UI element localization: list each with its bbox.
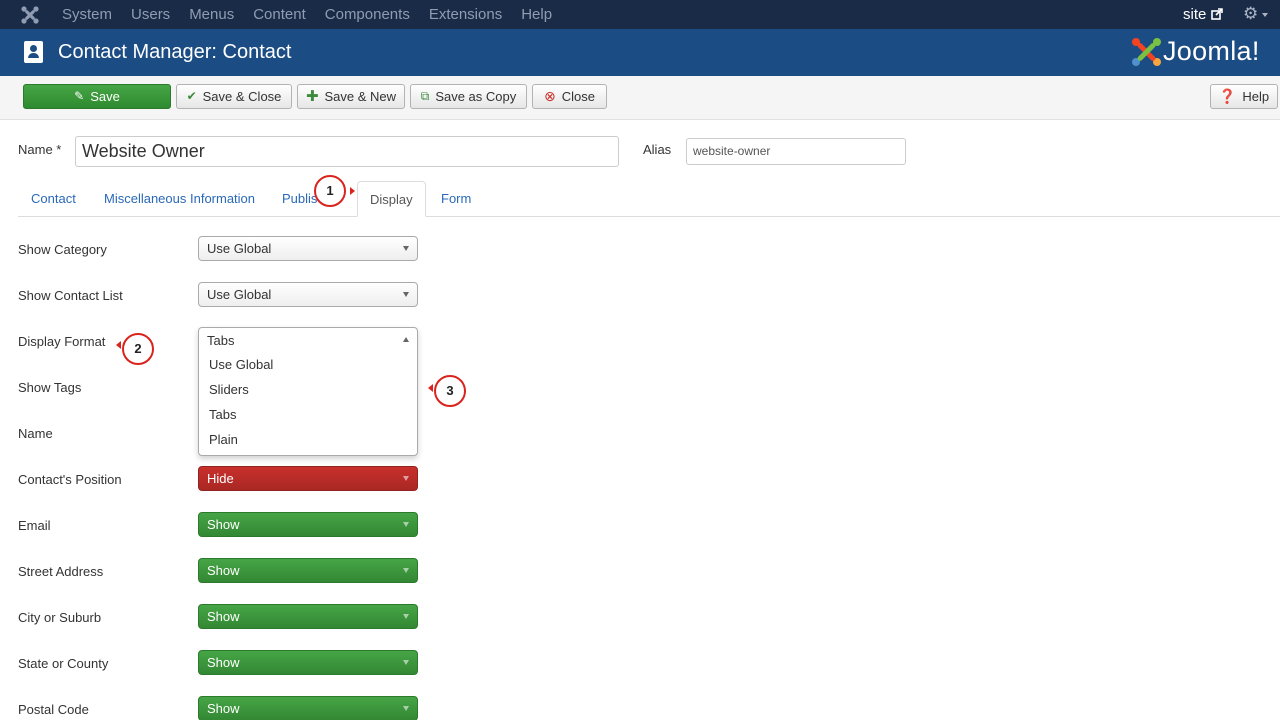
email-select[interactable]: Show xyxy=(198,512,418,537)
field-label: Name xyxy=(18,426,53,441)
menu-extensions[interactable]: Extensions xyxy=(429,0,502,29)
field-label: City or Suburb xyxy=(18,610,102,625)
chevron-down-icon xyxy=(403,660,409,665)
menu-users[interactable]: Users xyxy=(131,0,170,29)
contact-card-icon xyxy=(24,41,43,63)
page-header: Contact Manager: Contact Joomla! xyxy=(0,29,1280,76)
save-new-button[interactable]: ✚ Save & New xyxy=(297,84,405,109)
page-title: Contact Manager: Contact xyxy=(58,41,292,63)
select-value: Tabs xyxy=(207,333,235,348)
edit-icon: ✎ xyxy=(74,89,85,103)
logo-text: Joomla! xyxy=(1163,36,1260,66)
top-menu-bar: System Users Menus Content Components Ex… xyxy=(0,0,1280,29)
save-as-copy-button[interactable]: ⧉ Save as Copy xyxy=(410,84,527,109)
save-copy-label: Save as Copy xyxy=(435,89,517,104)
help-button[interactable]: ❓ Help xyxy=(1210,84,1278,109)
chevron-down-icon xyxy=(403,476,409,481)
field-label: Contact's Position xyxy=(18,472,122,487)
show-category-select[interactable]: Use Global xyxy=(198,236,418,261)
select-value: Show xyxy=(207,609,240,624)
save-close-button[interactable]: ✔ Save & Close xyxy=(176,84,292,109)
field-label: Email xyxy=(18,518,51,533)
display-format-dropdown[interactable]: Tabs Use Global Sliders Tabs Plain xyxy=(198,327,418,456)
site-link[interactable]: site xyxy=(1183,0,1206,29)
gear-icon[interactable]: ⚙ xyxy=(1243,5,1258,23)
select-value: Hide xyxy=(207,471,234,486)
chevron-down-icon xyxy=(403,706,409,711)
select-value: Show xyxy=(207,701,240,716)
chevron-down-icon xyxy=(403,614,409,619)
save-new-label: Save & New xyxy=(324,89,397,104)
check-icon: ✔ xyxy=(186,89,197,103)
cancel-icon: ⊗ xyxy=(544,88,556,104)
field-label: Show Contact List xyxy=(18,288,123,303)
state-county-select[interactable]: Show xyxy=(198,650,418,675)
chevron-up-icon xyxy=(403,337,409,342)
save-close-label: Save & Close xyxy=(202,89,282,104)
select-value: Use Global xyxy=(207,287,272,302)
menu-menus[interactable]: Menus xyxy=(189,0,234,29)
chevron-down-icon[interactable] xyxy=(1262,13,1268,17)
dropdown-option[interactable]: Plain xyxy=(209,432,238,447)
display-format-select[interactable]: Tabs xyxy=(199,328,417,353)
select-value: Show xyxy=(207,517,240,532)
tab-display[interactable]: Display xyxy=(357,181,426,217)
chevron-down-icon xyxy=(403,292,409,297)
save-label: Save xyxy=(90,89,120,104)
tab-form[interactable]: Form xyxy=(441,181,471,217)
city-suburb-select[interactable]: Show xyxy=(198,604,418,629)
toolbar: ✎ Save ✔ Save & Close ✚ Save & New ⧉ Sav… xyxy=(0,76,1280,120)
select-value: Use Global xyxy=(207,241,272,256)
copy-icon: ⧉ xyxy=(420,89,430,103)
field-label: Postal Code xyxy=(18,702,89,717)
external-link-icon xyxy=(1211,8,1223,20)
callout-3: 3 xyxy=(434,375,466,407)
postal-code-select[interactable]: Show xyxy=(198,696,418,720)
chevron-down-icon xyxy=(403,568,409,573)
callout-pointer xyxy=(116,341,121,349)
save-button[interactable]: ✎ Save xyxy=(23,84,171,109)
dropdown-option[interactable]: Tabs xyxy=(209,407,236,422)
help-label: Help xyxy=(1242,89,1270,104)
tab-contact[interactable]: Contact xyxy=(31,181,76,217)
question-icon: ❓ xyxy=(1218,88,1237,104)
menu-content[interactable]: Content xyxy=(253,0,306,29)
chevron-down-icon xyxy=(403,246,409,251)
field-label: Show Tags xyxy=(18,380,82,395)
menu-components[interactable]: Components xyxy=(325,0,410,29)
contact-position-select[interactable]: Hide xyxy=(198,466,418,491)
chevron-down-icon xyxy=(403,522,409,527)
select-value: Show xyxy=(207,655,240,670)
show-contact-list-select[interactable]: Use Global xyxy=(198,282,418,307)
main-menu: System Users Menus Content Components Ex… xyxy=(62,0,571,29)
alias-field[interactable]: website-owner xyxy=(686,138,906,165)
tab-bar: Contact Miscellaneous Information Publis… xyxy=(18,181,1280,217)
callout-pointer xyxy=(350,187,355,195)
callout-2: 2 xyxy=(122,333,154,365)
menu-system[interactable]: System xyxy=(62,0,112,29)
close-label: Close xyxy=(561,89,595,104)
field-label: Show Category xyxy=(18,242,107,257)
select-value: Show xyxy=(207,563,240,578)
field-label: State or County xyxy=(18,656,109,671)
field-label: Display Format xyxy=(18,334,106,349)
tab-miscellaneous[interactable]: Miscellaneous Information xyxy=(104,181,255,217)
dropdown-option[interactable]: Use Global xyxy=(209,357,273,372)
street-address-select[interactable]: Show xyxy=(198,558,418,583)
alias-label: Alias xyxy=(643,142,672,157)
plus-icon: ✚ xyxy=(305,88,319,105)
joomla-logo-icon[interactable] xyxy=(20,5,40,25)
menu-help[interactable]: Help xyxy=(521,0,552,29)
name-label: Name * xyxy=(18,142,62,157)
field-label: Street Address xyxy=(18,564,104,579)
dropdown-option[interactable]: Sliders xyxy=(209,382,249,397)
callout-pointer xyxy=(428,384,433,392)
name-field[interactable]: Website Owner xyxy=(75,136,619,167)
tab-publishing[interactable]: Publis xyxy=(282,181,317,217)
callout-1: 1 xyxy=(314,175,346,207)
close-button[interactable]: ⊗ Close xyxy=(532,84,607,109)
